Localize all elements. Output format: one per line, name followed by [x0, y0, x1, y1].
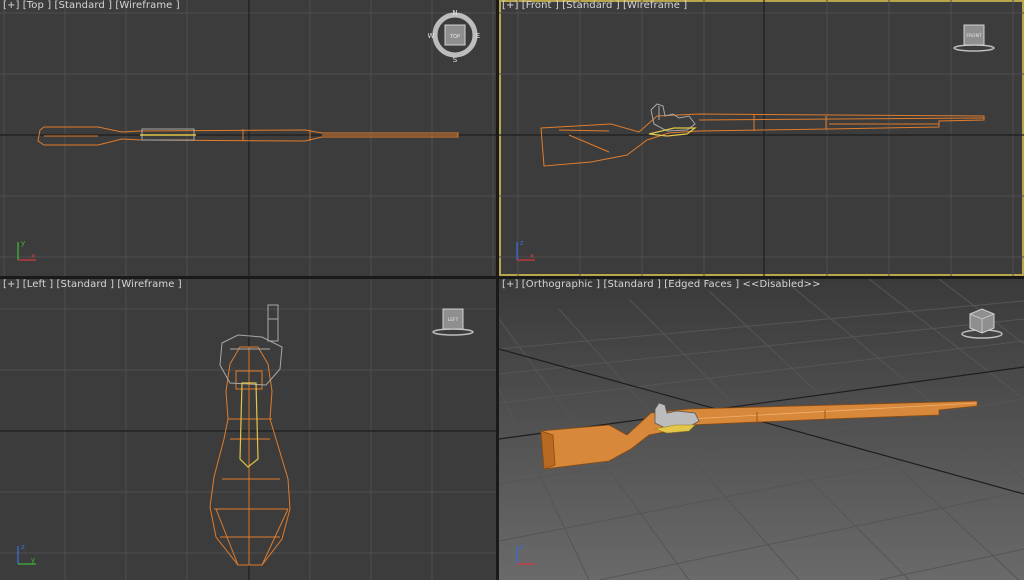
musket-shaded — [540, 400, 978, 470]
viewport-menu-button[interactable]: [+] — [502, 279, 518, 290]
viewport-menu-button[interactable]: [+] — [3, 279, 19, 290]
compass-west: W — [428, 32, 435, 40]
left-view-scene — [0, 279, 496, 580]
viewport-shading-preset-menu[interactable]: [Standard ] — [57, 279, 115, 290]
axis-tripod-icon: z y — [17, 543, 36, 565]
viewport-left[interactable]: [+] [Left ] [Standard ] [Wireframe ] LEF… — [0, 279, 496, 580]
axis-z-label: z — [520, 239, 524, 247]
viewport-point-of-view-menu[interactable]: [Left ] — [23, 279, 54, 290]
musket-left-wireframe — [209, 346, 291, 566]
viewport-menu-button[interactable]: [+] — [3, 0, 19, 11]
musket-front-wireframe — [540, 113, 985, 167]
flintlock-front — [650, 103, 696, 132]
viewport-front[interactable]: [+] [Front ] [Standard ] [Wireframe ] FR… — [499, 0, 1024, 276]
axis-tripod-icon: z x — [516, 239, 535, 261]
axis-tripod-icon: z — [516, 543, 535, 565]
axis-x-label: x — [530, 252, 534, 260]
viewport-point-of-view-menu[interactable]: [Orthographic ] — [522, 279, 600, 290]
axis-tripod-icon: y x — [17, 239, 36, 261]
viewport-top[interactable]: [+] [Top ] [Standard ] [Wireframe ] TOP … — [0, 0, 496, 276]
viewport-visual-style-menu[interactable]: [Wireframe ] — [117, 279, 181, 290]
viewport-orthographic[interactable]: [+] [Orthographic ] [Standard ] [Edged F… — [499, 279, 1024, 580]
musket-top-wireframe — [37, 126, 459, 146]
viewcube[interactable] — [957, 306, 1007, 342]
axis-z-label: z — [21, 543, 25, 551]
viewport-visual-style-menu[interactable]: [Wireframe ] — [115, 0, 179, 11]
viewport-label-left: [+] [Left ] [Standard ] [Wireframe ] — [3, 279, 182, 290]
viewcube[interactable]: FRONT — [949, 22, 999, 56]
flintlock-left — [219, 304, 283, 386]
viewport-label-front: [+] [Front ] [Standard ] [Wireframe ] — [502, 0, 687, 11]
top-view-scene — [0, 0, 496, 276]
viewcube-compass[interactable]: TOP N S E W — [428, 8, 484, 64]
viewport-visual-style-menu[interactable]: [Edged Faces ] — [664, 279, 739, 290]
compass-north: N — [452, 9, 457, 17]
viewport-shading-preset-menu[interactable]: [Standard ] — [562, 0, 620, 11]
disabled-indicator[interactable]: <<Disabled>> — [742, 279, 820, 290]
viewcube-face-label: LEFT — [448, 317, 459, 323]
front-view-scene — [499, 0, 1024, 276]
axis-x-label: x — [31, 252, 35, 260]
viewport-shading-preset-menu[interactable]: [Standard ] — [603, 279, 661, 290]
axis-z-label: z — [520, 543, 524, 551]
orthographic-scene — [499, 279, 1024, 580]
viewport-visual-style-menu[interactable]: [Wireframe ] — [623, 0, 687, 11]
viewport-shading-preset-menu[interactable]: [Standard ] — [55, 0, 113, 11]
viewcube-face-label: FRONT — [966, 33, 982, 39]
compass-south: S — [453, 56, 458, 64]
compass-east: E — [476, 32, 480, 40]
axis-y-label: y — [31, 556, 35, 564]
viewport-label-orthographic: [+] [Orthographic ] [Standard ] [Edged F… — [502, 279, 821, 290]
viewport-point-of-view-menu[interactable]: [Front ] — [522, 0, 559, 11]
viewcube[interactable]: LEFT — [428, 306, 478, 340]
viewport-label-top: [+] [Top ] [Standard ] [Wireframe ] — [3, 0, 180, 11]
viewcube-face-label: TOP — [449, 34, 460, 40]
viewport-menu-button[interactable]: [+] — [502, 0, 518, 11]
viewport-point-of-view-menu[interactable]: [Top ] — [23, 0, 51, 11]
axis-y-label: y — [21, 239, 25, 247]
